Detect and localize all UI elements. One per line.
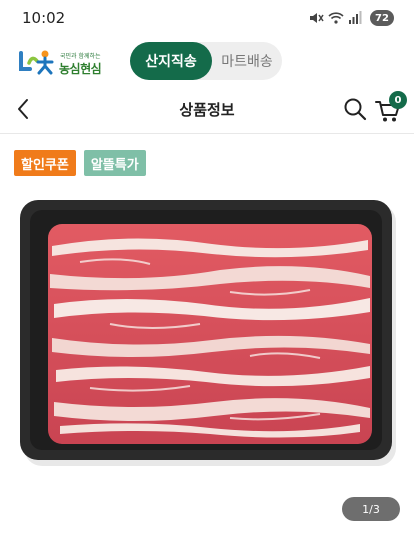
status-time: 10:02 (22, 9, 66, 27)
image-page-indicator: 1/3 (342, 497, 400, 521)
app-header: 국민과 함께하는 농심현심 산지직송 마트배송 (0, 38, 414, 84)
cart-count-badge: 0 (389, 91, 407, 109)
signal-icon (349, 11, 362, 24)
logo-mark-icon (19, 50, 54, 75)
special-price-badge: 알뜰특가 (83, 150, 146, 176)
search-icon[interactable] (342, 96, 368, 122)
logo-tagline: 국민과 함께하는 (60, 53, 101, 60)
discount-coupon-badge: 할인쿠폰 (14, 150, 76, 176)
logo-name: 농심현심 (59, 62, 102, 76)
status-icons: 72 (308, 9, 394, 27)
status-bar: 10:02 72 (0, 0, 414, 36)
channel-toggle: 산지직송 마트배송 (130, 42, 282, 80)
battery-icon: 72 (370, 10, 394, 26)
title-bar: 상품정보 (0, 86, 414, 132)
product-image-carousel[interactable]: 할인쿠폰 알뜰특가 1/3 (0, 134, 414, 542)
mute-icon (310, 13, 324, 23)
brand-logo[interactable]: 국민과 함께하는 농심현심 (18, 48, 118, 76)
wifi-icon (328, 12, 344, 24)
product-badges: 할인쿠폰 알뜰특가 (14, 150, 146, 176)
tab-direct-from-farm[interactable]: 산지직송 (130, 42, 212, 80)
tab-mart-delivery[interactable]: 마트배송 (212, 42, 282, 80)
product-photo (20, 200, 396, 466)
